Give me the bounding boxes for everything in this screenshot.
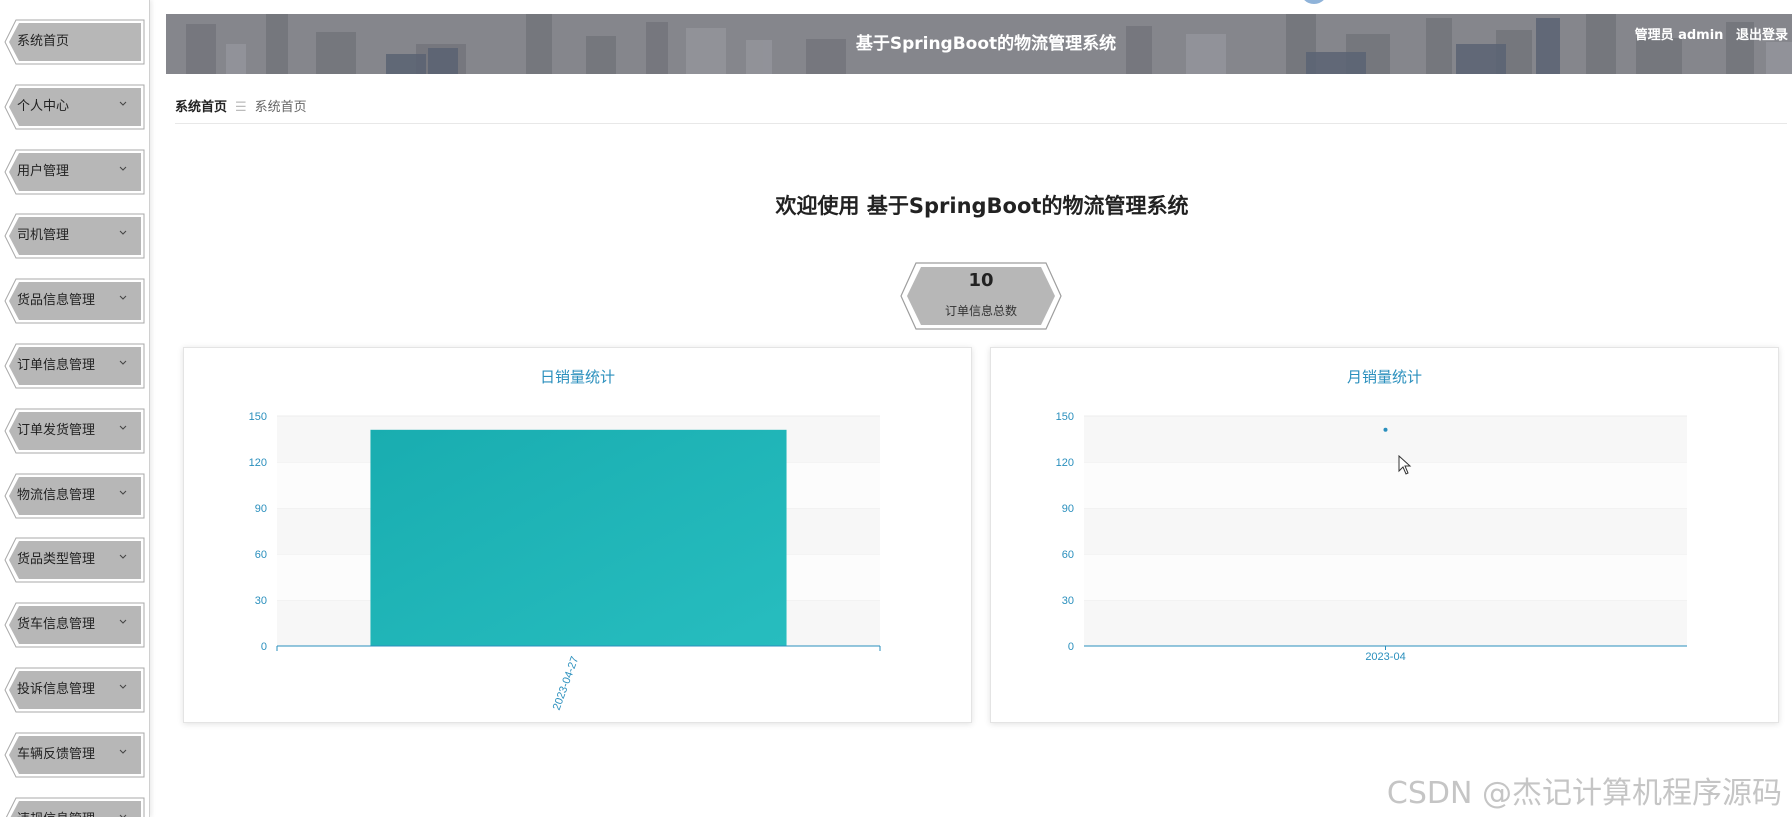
y-tick-label: 30 [255,595,267,607]
chevron-down-icon [119,360,127,365]
app-title: 基于SpringBoot的物流管理系统 [855,34,1117,54]
breadcrumb-current: 系统首页 [254,100,307,115]
data-point[interactable] [1383,427,1388,432]
bar[interactable] [370,429,787,646]
sidebar-item[interactable]: 订单信息管理 [4,343,146,389]
sidebar-item-label: 订单发货管理 [17,422,96,438]
order-total-stat: 10 订单信息总数 [900,262,1062,330]
sidebar-item[interactable]: 投诉信息管理 [4,667,146,713]
sidebar-item-label: 车辆反馈管理 [17,746,96,762]
user-area: 管理员 admin 退出登录 [1627,24,1788,43]
stat-value: 10 [968,270,994,291]
sidebar-item[interactable]: 物流信息管理 [4,473,146,519]
sidebar-item-label: 司机管理 [17,228,70,244]
chevron-down-icon [119,166,127,171]
y-tick-label: 90 [255,503,267,515]
sidebar-item-label: 个人中心 [17,98,70,114]
sidebar-item[interactable]: 系统首页 [4,19,146,65]
app-root: 系统首页 个人中心 用户管理 司机管理 货品信息管理 订单信息管理 订单发货管理 物流信息管理… [0,0,1792,817]
sidebar-item-label: 货品信息管理 [17,293,96,309]
x-tick-label: 2023-04 [1365,651,1405,663]
chevron-down-icon [119,490,127,495]
grid-band [1084,600,1687,646]
header-banner: 基于SpringBoot的物流管理系统 管理员 admin 退出登录 [166,14,1792,74]
breadcrumb-separator-icon: ☰ [235,100,247,115]
monthly-sales-chart: 0 30 60 90 120 150 2023-04 [1056,411,1687,663]
sidebar-item[interactable]: 用户管理 [4,149,146,195]
y-tick-label: 90 [1062,503,1074,515]
welcome-heading: 欢迎使用 基于SpringBoot的物流管理系统 [775,194,1189,218]
logout-button[interactable]: 退出登录 [1736,28,1788,43]
x-tick-label: 2023-04-27 [551,655,582,712]
sidebar-item-label: 违规信息管理 [17,797,95,817]
grid-band [1084,462,1687,508]
top-decoration-badge [1298,0,1330,6]
chevron-down-icon [119,684,127,689]
y-tick-label: 120 [249,457,267,469]
y-tick-label: 30 [1062,595,1074,607]
sidebar-item-label: 货品类型管理 [17,552,96,568]
sidebar-item[interactable]: 货品信息管理 [4,278,146,324]
sidebar-item-label: 订单信息管理 [17,358,96,373]
sidebar-item[interactable]: 货车信息管理 [4,602,146,648]
breadcrumb-divider [175,123,1787,124]
y-tick-label: 60 [255,549,267,561]
grid-band [1084,416,1687,462]
sidebar-item-label: 系统首页 [17,34,70,49]
stat-label: 订单信息总数 [944,304,1017,318]
breadcrumb: 系统首页 ☰ 系统首页 [175,96,307,115]
daily-sales-chart-card: 日销量统计 0 30 60 90 120 150 2023-04-27 [183,347,972,723]
sidebar-item-label: 货车信息管理 [17,617,96,633]
sidebar-item[interactable]: 车辆反馈管理 [4,732,146,778]
y-tick-label: 0 [261,641,267,653]
monthly-sales-chart-card: 月销量统计 0 30 60 90 120 150 2023-04 [990,347,1779,723]
daily-sales-chart: 0 30 60 90 120 150 2023-04-27 [249,411,881,712]
sidebar-item[interactable]: 违规信息管理 [4,797,146,817]
grid-band [1084,554,1687,600]
sidebar-item[interactable]: 订单发货管理 [4,408,146,454]
sidebar-item[interactable]: 司机管理 [4,213,146,259]
current-user-label: 管理员 admin [1634,28,1724,43]
sidebar-item-label: 投诉信息管理 [17,682,96,697]
sidebar-item-label: 用户管理 [17,163,70,179]
sidebar-item[interactable]: 个人中心 [4,84,146,130]
y-tick-label: 60 [1062,549,1074,561]
mouse-pointer-icon [1398,455,1412,475]
chevron-down-icon [119,555,127,560]
chevron-down-icon [119,295,127,300]
chevron-down-icon [119,231,127,236]
breadcrumb-home-link[interactable]: 系统首页 [175,100,227,115]
sidebar-item[interactable]: 货品类型管理 [4,537,146,583]
grid-band [1084,508,1687,554]
chevron-down-icon [119,619,127,624]
chevron-down-icon [119,749,127,754]
sidebar-item-label: 物流信息管理 [17,487,96,503]
y-tick-label: 120 [1056,457,1074,469]
y-tick-label: 0 [1068,641,1074,653]
watermark-text: CSDN @杰记计算机程序源码 [1386,776,1782,811]
sidebar: 系统首页个人中心用户管理司机管理货品信息管理 订单信息管理 订单发货管理 物流信息管理… [0,0,150,817]
chevron-down-icon [119,101,127,106]
chevron-down-icon [119,814,127,817]
y-tick-label: 150 [249,411,267,423]
y-tick-label: 150 [1056,411,1074,423]
chevron-down-icon [119,425,127,430]
